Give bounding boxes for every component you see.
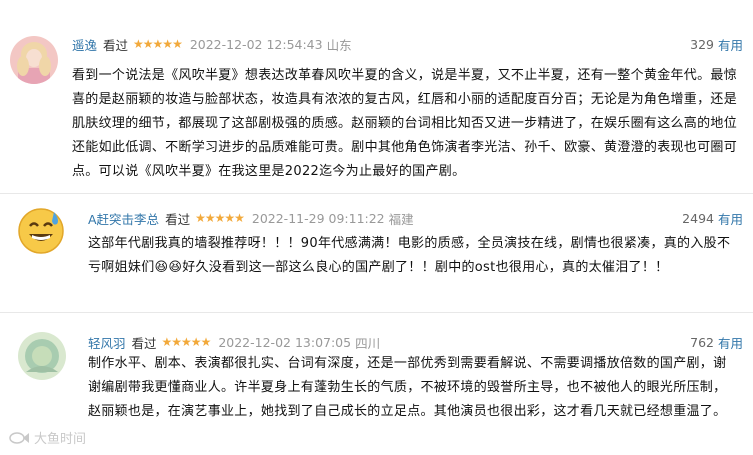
review-item: A赶突击李总 看过 ★★★★★ 2022-11-29 09:11:22 福建 2…: [0, 208, 753, 298]
helpful-count: 2494: [682, 210, 714, 226]
review-meta: A赶突击李总 看过 ★★★★★ 2022-11-29 09:11:22 福建: [88, 208, 414, 228]
username-link[interactable]: 遥逸: [72, 35, 97, 54]
review-item: 遥逸 看过 ★★★★★ 2022-12-02 12:54:43 山东 329 有…: [0, 34, 753, 184]
user-avatar[interactable]: [10, 36, 58, 84]
watermark-text: 大鱼时间: [34, 432, 87, 447]
username-link[interactable]: 轻风羽: [88, 333, 126, 352]
review-item: 轻风羽 看过 ★★★★★ 2022-12-02 13:07:05 四川 762 …: [0, 332, 753, 452]
watermark-logo-icon: [9, 431, 29, 444]
review-time: 2022-11-29 09:11:22: [251, 210, 385, 226]
review-location: 福建: [388, 211, 414, 227]
review-time: 2022-12-02 13:07:05: [218, 334, 352, 350]
review-location: 四川: [355, 335, 381, 351]
watched-label: 看过: [103, 37, 129, 53]
divider: [0, 312, 753, 313]
user-avatar[interactable]: [18, 208, 64, 254]
review-meta: 遥逸 看过 ★★★★★ 2022-12-02 12:54:43 山东: [72, 34, 352, 54]
review-content: 这部年代剧我真的墙裂推荐呀！！！90年代感满满！电影的质感，全员演技在线，剧情也…: [88, 236, 731, 275]
rating-stars: ★★★★★: [195, 211, 245, 225]
helpful-count: 329: [690, 36, 714, 52]
helpful-vote: 2494 有用: [682, 208, 743, 228]
review-time: 2022-12-02 12:54:43: [189, 36, 323, 52]
helpful-vote: 329 有用: [690, 34, 743, 54]
review-content: 制作水平、剧本、表演都很扎实、台词有深度，还是一部优秀到需要看解说、不需要调播放…: [88, 356, 727, 419]
watermark: 大鱼时间: [8, 428, 86, 447]
review-meta: 轻风羽 看过 ★★★★★ 2022-12-02 13:07:05 四川: [88, 332, 380, 352]
helpful-button[interactable]: 有用: [718, 209, 743, 228]
watched-label: 看过: [165, 211, 191, 227]
rating-stars: ★★★★★: [133, 37, 183, 51]
username-link[interactable]: A赶突击李总: [88, 209, 159, 228]
review-content: 看到一个说法是《风吹半夏》想表达改革春风吹半夏的含义，说是半夏，又不止半夏，还有…: [72, 68, 738, 179]
review-location: 山东: [326, 37, 352, 53]
helpful-button[interactable]: 有用: [718, 35, 743, 54]
helpful-button[interactable]: 有用: [718, 333, 743, 352]
helpful-vote: 762 有用: [690, 332, 743, 352]
helpful-count: 762: [690, 334, 714, 350]
user-avatar[interactable]: [18, 332, 66, 380]
watched-label: 看过: [131, 335, 157, 351]
rating-stars: ★★★★★: [161, 335, 212, 349]
divider: [0, 193, 753, 194]
